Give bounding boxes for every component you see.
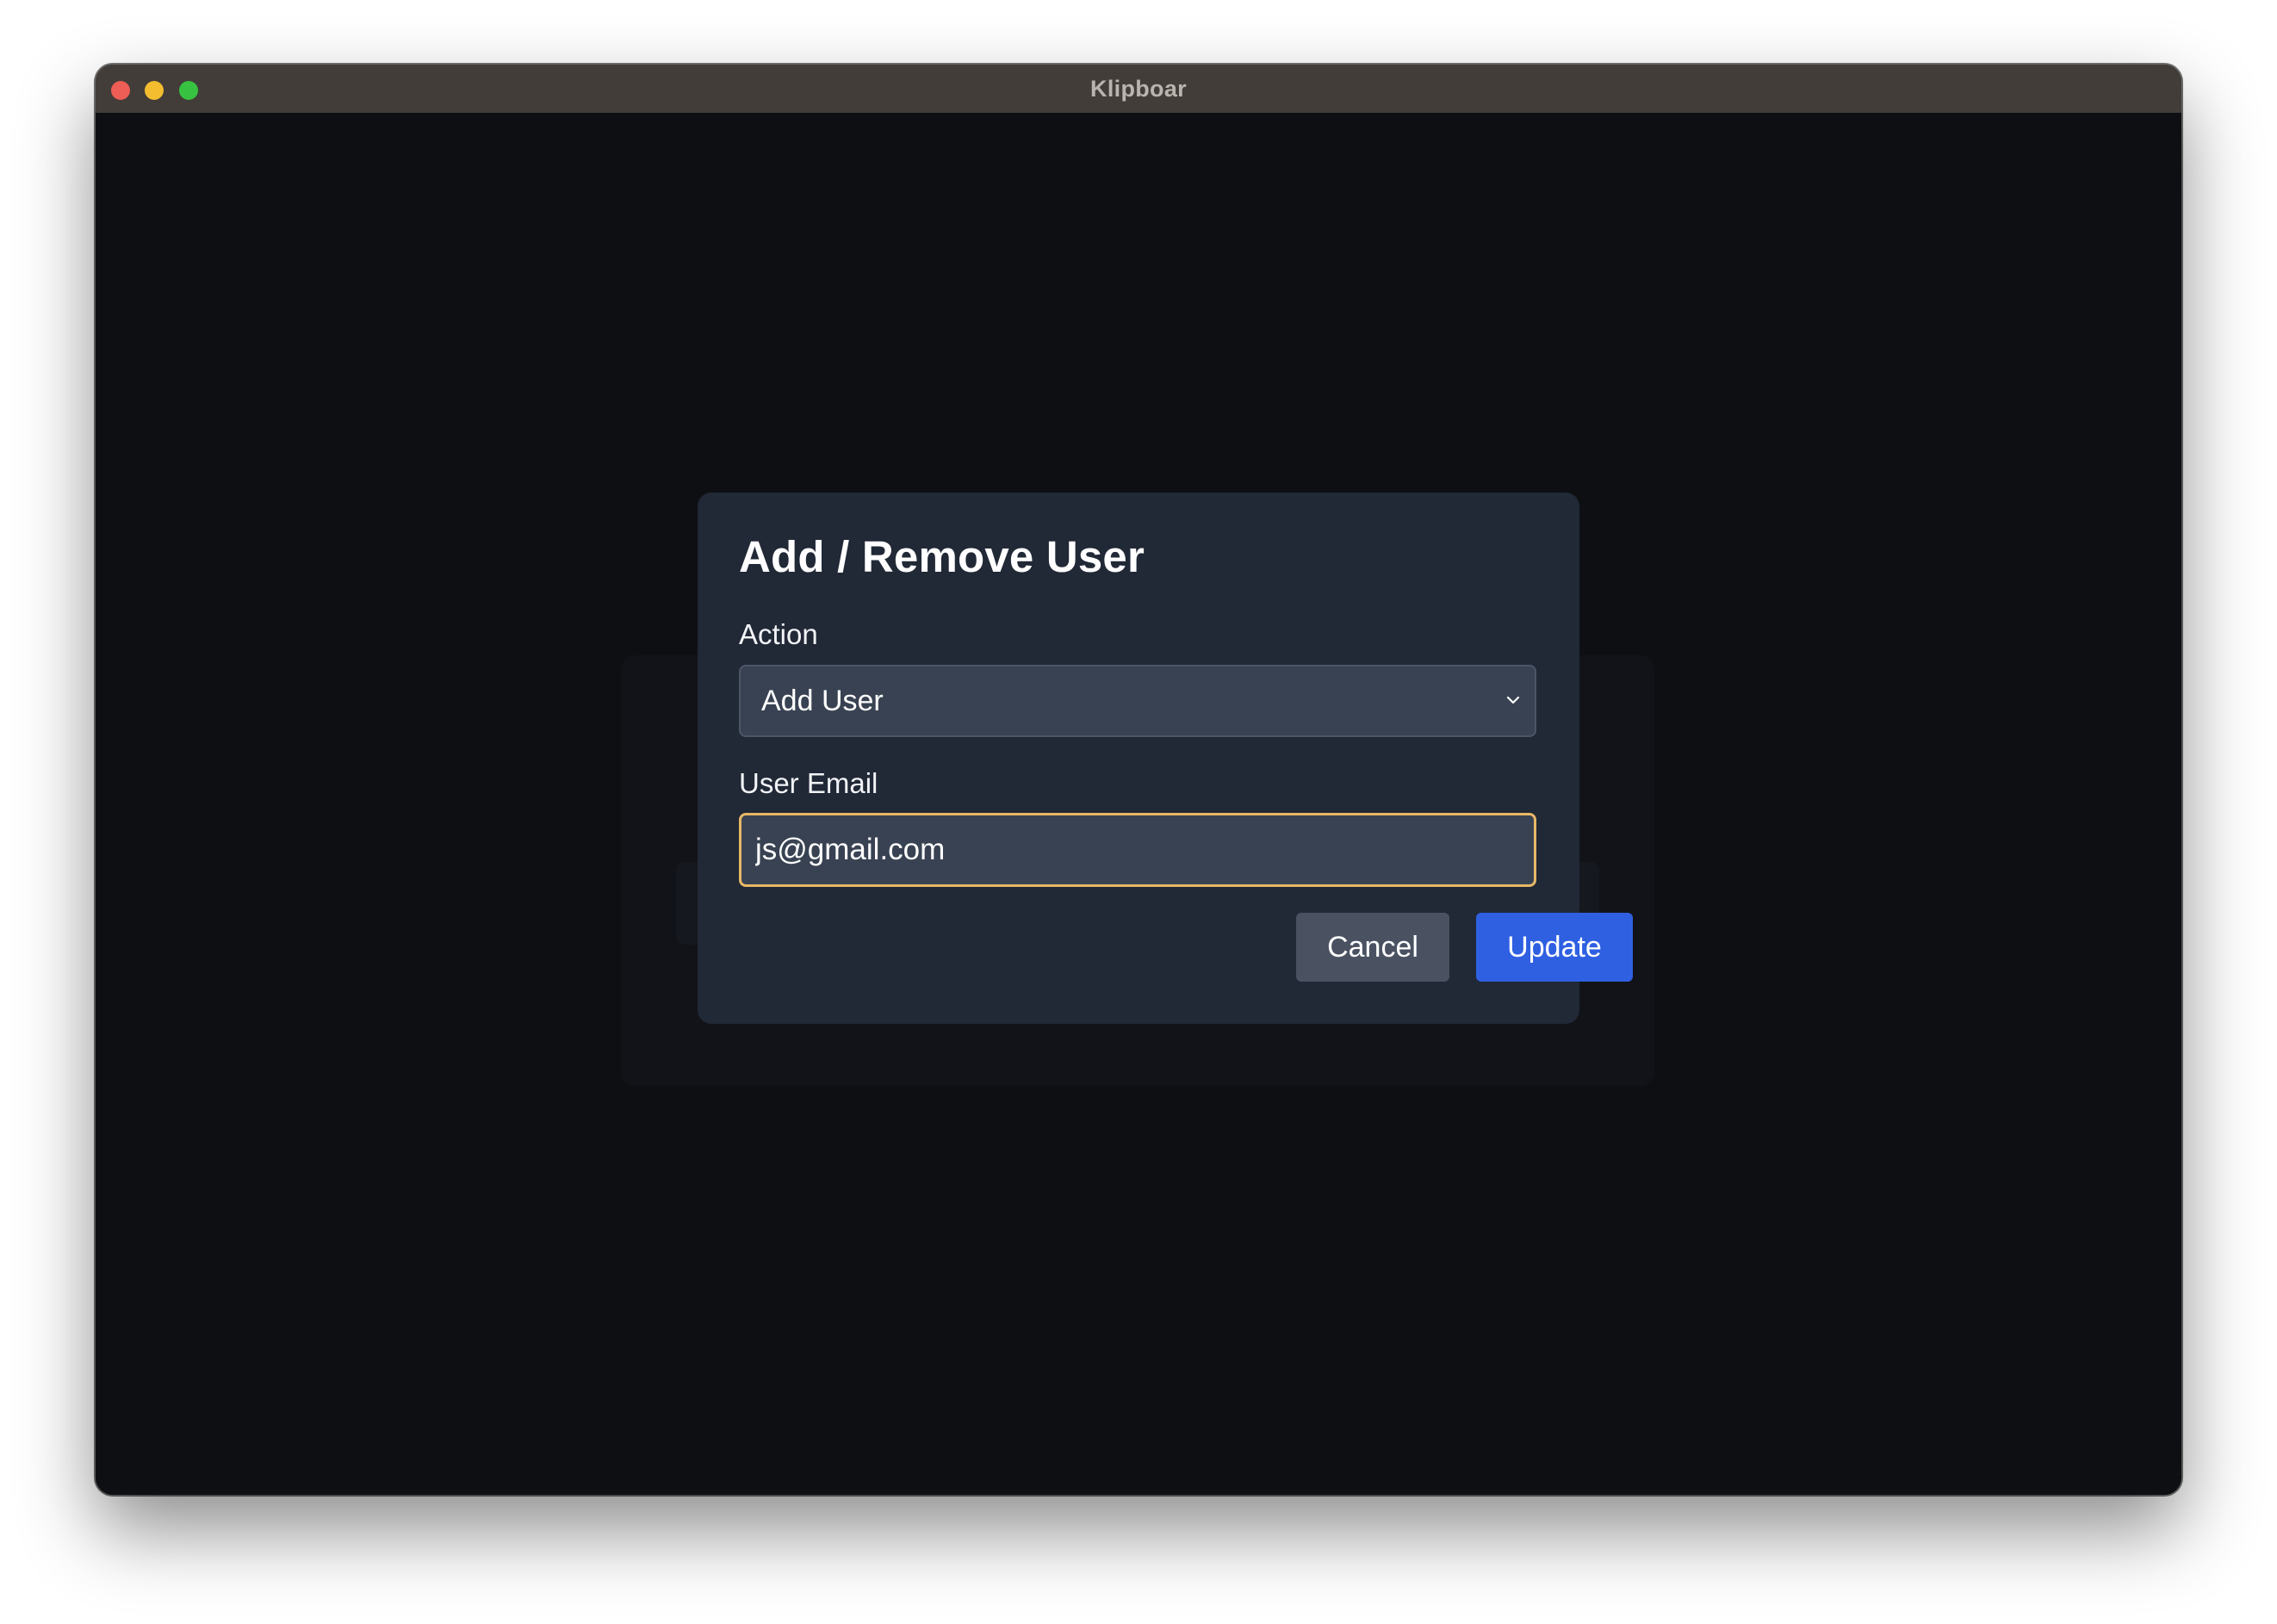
user-email-label: User Email <box>739 767 878 799</box>
close-window-button[interactable] <box>111 81 130 100</box>
action-label: Action <box>739 618 818 650</box>
maximize-window-button[interactable] <box>179 81 198 100</box>
app-content: Add / Remove User Action Add User User E… <box>96 113 2181 1495</box>
user-email-input[interactable] <box>739 813 1536 887</box>
action-select[interactable]: Add User <box>739 665 1536 737</box>
minimize-window-button[interactable] <box>145 81 164 100</box>
add-remove-user-dialog: Add / Remove User Action Add User User E… <box>698 493 1633 1024</box>
app-window: Klipboar Add / Remove User Action Add Us… <box>96 65 2181 1495</box>
title-bar[interactable]: Klipboar <box>96 65 2181 113</box>
chevron-down-icon <box>1506 696 1520 704</box>
window-title: Klipboar <box>1090 75 1187 102</box>
update-button[interactable]: Update <box>1476 913 1633 982</box>
cancel-button[interactable]: Cancel <box>1296 913 1449 982</box>
action-select-value: Add User <box>761 684 884 717</box>
dialog-title: Add / Remove User <box>739 532 1145 581</box>
